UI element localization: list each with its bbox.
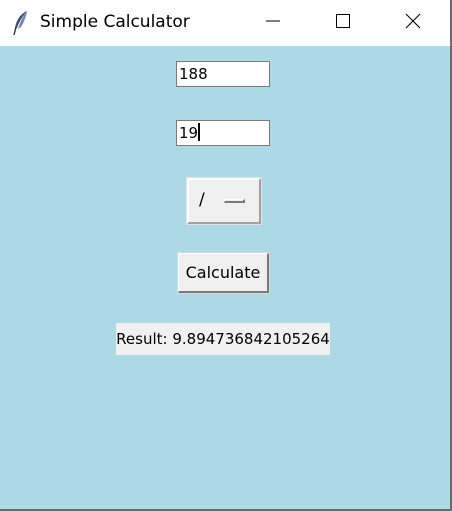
close-icon: [404, 12, 422, 34]
minimize-button[interactable]: [238, 0, 308, 46]
title-bar[interactable]: Simple Calculator: [0, 0, 450, 46]
calculator-window: Simple Calculator 188 19 / Calculate Res…: [0, 0, 452, 511]
window-title: Simple Calculator: [40, 12, 190, 32]
operator-value: /: [199, 190, 205, 210]
dropdown-indicator-icon: [224, 199, 245, 203]
maximize-icon: [334, 12, 352, 34]
calculate-button[interactable]: Calculate: [177, 252, 270, 294]
first-number-input[interactable]: 188: [176, 61, 270, 87]
feather-icon: [12, 10, 32, 36]
minimize-icon: [264, 12, 282, 34]
maximize-button[interactable]: [308, 0, 378, 46]
second-number-input[interactable]: 19: [176, 120, 270, 146]
second-number-value: 19: [179, 124, 199, 142]
text-caret: [198, 123, 201, 141]
calculator-panel: 188 19 / Calculate Result: 9.89473684210…: [0, 46, 450, 509]
close-button[interactable]: [378, 0, 448, 46]
result-label: Result: 9.894736842105264: [116, 323, 330, 355]
first-number-value: 188: [179, 65, 208, 83]
operator-dropdown[interactable]: /: [186, 177, 262, 225]
